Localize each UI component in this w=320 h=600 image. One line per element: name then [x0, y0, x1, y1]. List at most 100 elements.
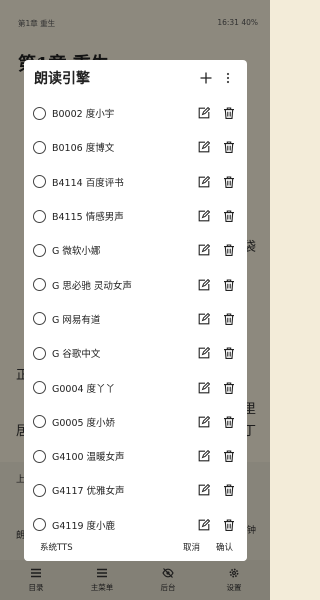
edit-icon — [198, 107, 210, 119]
engine-row[interactable]: G 网易有道 — [24, 302, 247, 336]
engine-label: G4100 温暖女声 — [52, 452, 125, 464]
engine-label: G0005 度小娇 — [52, 417, 116, 429]
dialog-header: 朗读引擎 — [24, 60, 247, 96]
engine-label: B4115 情感男声 — [52, 212, 124, 224]
engine-radio[interactable] — [33, 278, 46, 292]
trash-icon — [224, 244, 234, 257]
edit-engine-button[interactable] — [196, 448, 212, 464]
edit-icon — [198, 347, 210, 359]
edit-engine-button[interactable] — [196, 174, 212, 190]
delete-engine-button[interactable] — [221, 105, 237, 121]
engine-radio[interactable] — [33, 175, 46, 189]
edit-icon — [198, 450, 210, 462]
engine-radio[interactable] — [33, 346, 46, 360]
trash-icon — [224, 141, 234, 154]
engine-row[interactable]: B0106 度博文 — [24, 130, 247, 164]
engine-row[interactable]: G0005 度小娇 — [24, 405, 247, 439]
engine-label: B0002 度小宇 — [52, 109, 115, 121]
delete-engine-button[interactable] — [221, 414, 237, 430]
edit-icon — [198, 484, 210, 496]
delete-engine-button[interactable] — [221, 482, 237, 498]
trash-icon — [224, 450, 234, 463]
edit-engine-button[interactable] — [196, 242, 212, 258]
edit-icon — [198, 381, 210, 393]
engine-radio[interactable] — [33, 140, 46, 154]
cancel-button[interactable]: 取消 — [183, 541, 200, 553]
engine-list: B0002 度小宇 B0106 度博文 B4114 百度评书 B4115 情感男… — [24, 96, 247, 561]
engine-row[interactable]: B0002 度小宇 — [24, 96, 247, 130]
engine-radio[interactable] — [33, 106, 46, 120]
edit-icon — [198, 415, 210, 428]
engine-label: G 思必驰 灵动女声 — [52, 280, 132, 292]
engine-row[interactable]: G4117 优雅女声 — [24, 473, 247, 507]
delete-engine-button[interactable] — [221, 242, 237, 258]
edit-icon — [198, 312, 210, 325]
edit-engine-button[interactable] — [196, 414, 212, 430]
engine-row[interactable]: B4114 百度评书 — [24, 165, 247, 199]
delete-engine-button[interactable] — [221, 139, 237, 155]
engine-label: G4117 优雅女声 — [52, 486, 125, 498]
tts-engine-dialog: 朗读引擎 B0002 度小宇 B0106 度博文 B4114 百度评书 B411… — [24, 60, 247, 561]
delete-engine-button[interactable] — [221, 345, 237, 361]
system-tts-button[interactable]: 系统TTS — [40, 541, 73, 553]
delete-engine-button[interactable] — [221, 517, 237, 533]
engine-radio[interactable] — [33, 381, 46, 395]
dialog-title: 朗读引擎 — [34, 71, 90, 87]
more-options-button[interactable] — [217, 67, 239, 89]
engine-label: G 谷歌中文 — [52, 349, 101, 361]
delete-engine-button[interactable] — [221, 311, 237, 327]
edit-engine-button[interactable] — [196, 105, 212, 121]
edit-icon — [198, 518, 210, 531]
trash-icon — [224, 519, 234, 531]
edit-engine-button[interactable] — [196, 482, 212, 498]
engine-label: G0004 度丫丫 — [52, 383, 116, 395]
delete-engine-button[interactable] — [221, 448, 237, 464]
delete-engine-button[interactable] — [221, 380, 237, 396]
trash-icon — [224, 210, 234, 222]
engine-radio[interactable] — [33, 243, 46, 257]
trash-icon — [224, 347, 234, 360]
trash-icon — [224, 416, 234, 428]
engine-label: G 微软小娜 — [52, 246, 101, 258]
more-vert-icon — [226, 72, 230, 84]
engine-row[interactable]: G 谷歌中文 — [24, 336, 247, 370]
trash-icon — [224, 279, 234, 291]
trash-icon — [224, 313, 234, 325]
engine-radio[interactable] — [33, 483, 46, 497]
edit-engine-button[interactable] — [196, 208, 212, 224]
edit-engine-button[interactable] — [196, 380, 212, 396]
plus-icon — [200, 72, 212, 84]
edit-engine-button[interactable] — [196, 517, 212, 533]
edit-engine-button[interactable] — [196, 139, 212, 155]
engine-radio[interactable] — [33, 449, 46, 463]
dialog-footer: 系统TTS 取消 确认 — [24, 533, 247, 561]
edit-icon — [198, 175, 210, 188]
confirm-button[interactable]: 确认 — [216, 541, 233, 553]
engine-label: G 网易有道 — [52, 314, 101, 326]
edit-icon — [198, 278, 210, 290]
edit-engine-button[interactable] — [196, 277, 212, 293]
engine-row[interactable]: G 思必驰 灵动女声 — [24, 267, 247, 301]
engine-radio[interactable] — [33, 209, 46, 223]
engine-row[interactable]: G 微软小娜 — [24, 233, 247, 267]
delete-engine-button[interactable] — [221, 208, 237, 224]
engine-row[interactable]: G4100 温暖女声 — [24, 439, 247, 473]
add-engine-button[interactable] — [195, 67, 217, 89]
engine-radio[interactable] — [33, 518, 46, 532]
engine-row[interactable]: G0004 度丫丫 — [24, 370, 247, 404]
delete-engine-button[interactable] — [221, 277, 237, 293]
engine-radio[interactable] — [33, 415, 46, 429]
engine-row[interactable]: B4115 情感男声 — [24, 199, 247, 233]
edit-engine-button[interactable] — [196, 345, 212, 361]
delete-engine-button[interactable] — [221, 174, 237, 190]
engine-radio[interactable] — [33, 312, 46, 326]
engine-label: B0106 度博文 — [52, 143, 115, 155]
edit-icon — [198, 141, 210, 153]
trash-icon — [224, 107, 234, 120]
edit-icon — [198, 244, 210, 256]
edit-engine-button[interactable] — [196, 311, 212, 327]
engine-label: B4114 百度评书 — [52, 177, 124, 189]
trash-icon — [224, 484, 234, 497]
trash-icon — [224, 381, 234, 394]
trash-icon — [224, 176, 234, 188]
